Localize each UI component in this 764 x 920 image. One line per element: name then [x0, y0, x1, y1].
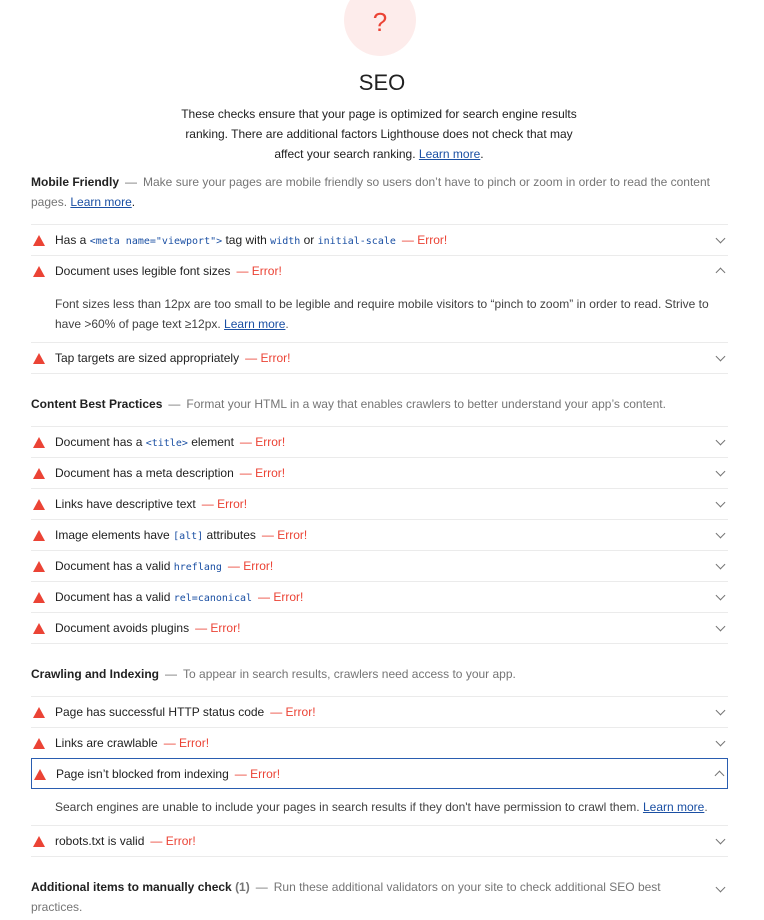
audit-http-status-code[interactable]: Page has successful HTTP status code — Er… [31, 696, 728, 726]
error-label: — Error! [258, 590, 304, 604]
group-learn-more-link[interactable]: Learn more [70, 195, 131, 209]
audit-is-crawlable-detail: Search engines are unable to include you… [55, 800, 708, 814]
group-description: To appear in search results, crawlers ne… [183, 667, 516, 681]
audit-image-alt[interactable]: Image elements have [alt] attributes — Er… [31, 519, 728, 549]
fail-triangle-icon [33, 623, 45, 634]
fail-triangle-icon [33, 437, 45, 448]
chevron-down-icon[interactable] [715, 528, 726, 539]
error-label: — Error! [150, 834, 196, 848]
category-learn-more-link[interactable]: Learn more [419, 147, 480, 161]
audit-learn-more-link[interactable]: Learn more [224, 317, 285, 331]
group-title: Mobile Friendly [31, 175, 120, 189]
audit-learn-more-link[interactable]: Learn more [643, 800, 704, 814]
chevron-down-icon[interactable] [715, 621, 726, 632]
chevron-down-icon[interactable] [715, 590, 726, 601]
audit-crawlable-anchors[interactable]: Links are crawlable — Error! [31, 727, 728, 757]
group-header-content-best-practices: Content Best Practices — Format your HTML … [31, 397, 666, 411]
chevron-down-icon[interactable] [715, 351, 726, 362]
audit-font-size[interactable]: Document uses legible font sizes — Error! [31, 255, 728, 285]
error-label: — Error! [234, 767, 281, 781]
fail-triangle-icon [34, 769, 46, 780]
audit-link-text[interactable]: Links have descriptive text — Error! [31, 488, 728, 518]
category-title: SEO [358, 70, 406, 95]
error-label: — Error! [239, 435, 286, 449]
audit-title: Page isn’t blocked from indexing — Error! [56, 767, 281, 781]
audit-font-size-detail: Font sizes less than 12px are too small … [55, 297, 709, 331]
audit-title: Document has a <title> element — Error! [55, 435, 286, 449]
audit-meta-description[interactable]: Document has a meta description — Error! [31, 457, 728, 487]
group-title: Additional items to manually check [31, 880, 232, 894]
audit-plugins[interactable]: Document avoids plugins — Error! [31, 612, 728, 644]
audit-viewport[interactable]: Has a <meta name="viewport"> tag with wi… [31, 224, 728, 254]
audit-hreflang[interactable]: Document has a valid hreflang — Error! [31, 550, 728, 580]
fail-triangle-icon [33, 468, 45, 479]
error-label: — Error! [227, 559, 274, 573]
chevron-down-icon[interactable] [715, 834, 726, 845]
audit-tap-targets[interactable]: Tap targets are sized appropriately — Err… [31, 342, 728, 374]
fail-triangle-icon [33, 592, 45, 603]
group-title: Crawling and Indexing [31, 667, 160, 681]
audit-title: Has a <meta name="viewport"> tag with wi… [55, 233, 448, 247]
fail-triangle-icon [33, 738, 45, 749]
audit-title: Page has successful HTTP status code — Er… [55, 705, 316, 719]
chevron-down-icon[interactable] [715, 736, 726, 747]
group-header-mobile-friendly: Mobile Friendly — Make sure your pages are… [31, 175, 710, 209]
error-label: — Error! [401, 233, 448, 247]
group-count: (1) [235, 880, 250, 894]
chevron-up-icon[interactable] [714, 770, 725, 781]
audit-title: Tap targets are sized appropriately — Err… [55, 351, 291, 365]
category-description: These checks ensure that your page is op… [181, 107, 577, 161]
fail-triangle-icon [33, 353, 45, 364]
chevron-up-icon[interactable] [715, 267, 726, 278]
audit-title: Links have descriptive text — Error! [55, 497, 248, 511]
audit-canonical[interactable]: Document has a valid rel=canonical — Erro… [31, 581, 728, 611]
audit-title: Document has a meta description — Error! [55, 466, 286, 480]
fail-triangle-icon [33, 561, 45, 572]
audit-title: Links are crawlable — Error! [55, 736, 210, 750]
fail-triangle-icon [33, 235, 45, 246]
audit-title: Document uses legible font sizes — Error! [55, 264, 282, 278]
audit-document-title[interactable]: Document has a <title> element — Error! [31, 426, 728, 456]
chevron-down-icon[interactable] [715, 705, 726, 716]
error-label: — Error! [261, 528, 308, 542]
fail-triangle-icon [33, 266, 45, 277]
error-label: — Error! [195, 621, 241, 635]
fail-triangle-icon [33, 707, 45, 718]
audit-title: Document has a valid rel=canonical — Erro… [55, 590, 304, 604]
audit-title: Document has a valid hreflang — Error! [55, 559, 274, 573]
chevron-down-icon[interactable] [715, 435, 726, 446]
error-label: — Error! [270, 705, 316, 719]
question-mark-icon: ? [372, 7, 388, 37]
audit-robots-txt[interactable]: robots.txt is valid — Error! [31, 825, 728, 857]
chevron-down-icon[interactable] [715, 466, 726, 477]
audit-is-crawlable[interactable]: Page isn’t blocked from indexing — Error! [31, 758, 728, 789]
error-label: — Error! [201, 497, 248, 511]
group-title: Content Best Practices [31, 397, 163, 411]
group-header-manual-checks[interactable]: Additional items to manually check (1) — R… [31, 877, 681, 917]
group-header-crawling-indexing: Crawling and Indexing — To appear in searc… [31, 667, 516, 681]
chevron-down-icon[interactable] [715, 882, 726, 893]
group-description: Format your HTML in a way that enables c… [186, 397, 666, 411]
audit-title: robots.txt is valid — Error! [55, 834, 196, 848]
error-label: — Error! [163, 736, 210, 750]
chevron-down-icon[interactable] [715, 559, 726, 570]
error-label: — Error! [245, 351, 291, 365]
error-label: — Error! [239, 466, 286, 480]
error-label: — Error! [236, 264, 282, 278]
fail-triangle-icon [33, 530, 45, 541]
chevron-down-icon[interactable] [715, 233, 726, 244]
category-score-gauge: ? [344, 0, 416, 56]
chevron-down-icon[interactable] [715, 497, 726, 508]
fail-triangle-icon [33, 836, 45, 847]
audit-title: Document avoids plugins — Error! [55, 621, 241, 635]
audit-title: Image elements have [alt] attributes — Er… [55, 528, 308, 542]
fail-triangle-icon [33, 499, 45, 510]
